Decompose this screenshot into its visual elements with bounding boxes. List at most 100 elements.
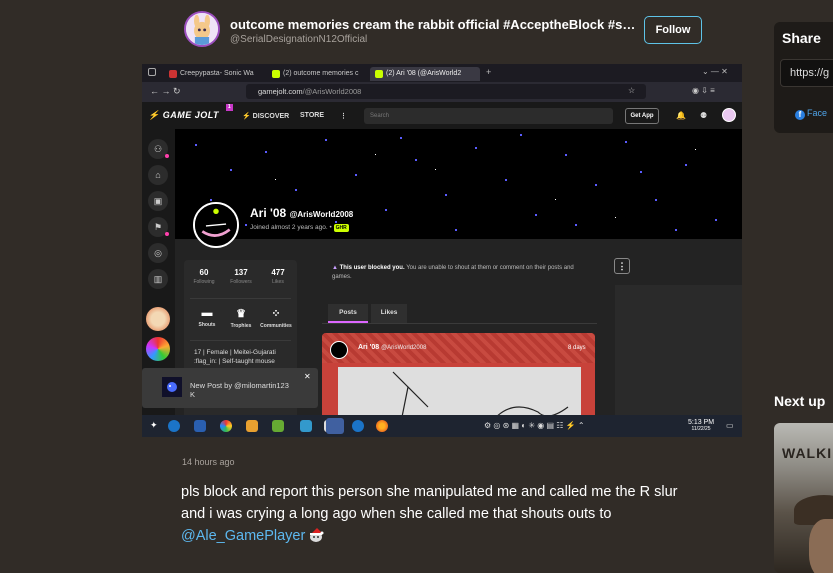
tab-likes: Likes	[371, 304, 407, 323]
sidebar-chat-icon: ⚇	[148, 139, 169, 159]
notification-title: New Post by @milomartin123	[190, 381, 289, 390]
post-image[interactable]: Creepypasta- Sonic Wa (2) outcome memori…	[142, 64, 742, 437]
profile-more-icon: ⋮	[614, 258, 630, 274]
feed-post-handle: @ArisWorld2008	[381, 345, 427, 351]
url-domain: gamejolt.com	[258, 87, 303, 96]
stat-followers: 137 Followers	[224, 268, 258, 285]
sidebar-community-2	[146, 337, 170, 361]
share-title: Share	[782, 30, 821, 46]
action-communities: ⁘ Communities	[259, 307, 293, 329]
mention-link[interactable]: @Ale_GamePlayer	[181, 528, 305, 544]
feed-post-author: Ari '08 @ArisWorld2008	[358, 344, 426, 351]
stat-following: 60 Following	[187, 268, 221, 285]
bell-icon: 🔔	[676, 111, 686, 120]
action-label: Shouts	[198, 322, 216, 328]
author-name[interactable]: outcome memories cream the rabbit offici…	[230, 17, 636, 32]
stat-value: 137	[234, 268, 248, 277]
profile-name: Ari '08 @ArisWorld2008	[250, 206, 353, 220]
steam-active-icon	[352, 420, 364, 432]
profile-bio: 17 | Female | Meitei-Gujarati :flag_in: …	[194, 349, 276, 365]
caption-text: pls block and report this person she man…	[181, 484, 678, 522]
gamejolt-search: Search	[364, 108, 613, 124]
action-trophies: ♛ Trophies	[224, 307, 258, 329]
browser-tab-bar: Creepypasta- Sonic Wa (2) outcome memori…	[142, 64, 742, 82]
sidebar-discord-icon: ◎	[148, 243, 168, 263]
system-tray-icons: ⚙ ◎ ⊛ ▦ ◐ ✳ ◉ ▤ ☷ ⚡ ⌃	[484, 421, 585, 430]
profile-display-name: Ari '08	[250, 206, 287, 220]
firefox-icon	[376, 420, 388, 432]
store-icon	[300, 420, 312, 432]
sidebar-quest-icon: ⚑	[148, 217, 169, 237]
window-controls: ⌄ — ✕	[702, 67, 728, 76]
shouts-icon: ▬	[201, 307, 213, 319]
gamejolt-nav: ⚡ GAME JOLT 1 ⚡ DISCOVER STORE ⋮ Search G…	[142, 102, 742, 129]
follow-button[interactable]: Follow	[644, 16, 702, 44]
stat-likes: 477 Likes	[261, 268, 295, 285]
taskbar-time: 5:13 PM	[688, 419, 715, 426]
sidebar-store-icon: ⌂	[148, 165, 168, 185]
tab-favicon	[169, 70, 177, 78]
app-icon-2	[272, 420, 284, 432]
browser-tab-label: (2) outcome memories c	[283, 70, 359, 77]
next-up-thumbnail[interactable]: WALKIN	[774, 423, 833, 573]
profile-avatar	[193, 202, 239, 248]
thumb-face	[809, 519, 833, 573]
post-timestamp[interactable]: 14 hours ago	[182, 457, 235, 467]
stat-value: 60	[199, 268, 209, 277]
notification-sub: K	[190, 390, 196, 399]
nav-store: STORE	[300, 112, 324, 119]
notification-dot	[165, 154, 169, 158]
communities-icon: ⁘	[271, 308, 281, 320]
gamejolt-logo-text: GAME JOLT	[162, 110, 220, 120]
nav-discover: ⚡ DISCOVER	[242, 113, 290, 120]
author-handle[interactable]: @SerialDesignationN12Official	[230, 34, 367, 45]
post-caption: pls block and report this person she man…	[181, 481, 701, 547]
santa-emoji-icon	[307, 527, 325, 543]
share-facebook-button[interactable]: f Face	[795, 108, 827, 120]
stat-label: Followers	[230, 279, 252, 285]
sidebar-library-icon: ▥	[148, 269, 168, 289]
url-field: gamejolt.com/@ArisWorld2008	[246, 84, 646, 99]
tabs-divider	[322, 323, 597, 324]
notification-dot	[165, 232, 169, 236]
browser-tab-2: (2) outcome memories c	[267, 67, 365, 81]
notification-text: New Post by @milomartin123 K	[190, 381, 289, 399]
card-divider	[190, 340, 291, 341]
share-facebook-label: Face	[807, 108, 828, 118]
profile-joined-text: Joined almost 2 years ago.	[250, 224, 328, 231]
share-url-field[interactable]: https://g	[780, 59, 833, 87]
trophy-icon: ♛	[236, 308, 246, 320]
gamejolt-logo: ⚡ GAME JOLT 1	[148, 104, 233, 120]
active-app-icon	[326, 418, 344, 434]
stat-value: 477	[271, 268, 285, 277]
stat-label: Likes	[272, 279, 284, 285]
action-shouts: ▬ Shouts	[190, 307, 224, 328]
user-avatar-icon	[722, 108, 736, 122]
browser-tab-1: Creepypasta- Sonic Wa	[164, 67, 262, 81]
tab-favicon	[375, 70, 383, 78]
stat-label: Following	[193, 279, 215, 285]
show-desktop-icon: ▭	[726, 421, 734, 430]
taskbar-clock: 5:13 PM 11/22/25	[688, 419, 714, 433]
feed-post-avatar	[330, 341, 348, 359]
browser-menu-icon: ◉ ⇩ ≡	[692, 86, 715, 95]
chrome-icon	[220, 420, 232, 432]
browser-tab-label: Creepypasta- Sonic Wa	[180, 70, 254, 77]
next-up-thumb-text: WALKIN	[782, 445, 833, 461]
profile-banner	[175, 129, 742, 239]
browser-address-bar: ← → ↻ gamejolt.com/@ArisWorld2008 ☆ ◉ ⇩ …	[142, 82, 742, 102]
profile-handle: @ArisWorld2008	[289, 210, 354, 219]
author-avatar[interactable]	[184, 11, 220, 47]
tab-favicon	[272, 70, 280, 78]
notification-thumbnail	[162, 377, 182, 397]
bookmark-star-icon: ☆	[628, 86, 636, 95]
friends-icon: ⚉	[700, 111, 708, 120]
star-field	[175, 129, 742, 239]
warning-icon: ▲	[332, 265, 338, 271]
action-label: Communities	[260, 323, 292, 329]
os-taskbar: ✦ ⚙ ◎ ⊛ ▦ ◐ ✳ ◉ ▤ ☷ ⚡ ⌃ 5:13 PM 11/22/25 …	[142, 415, 742, 437]
steam-icon	[168, 420, 180, 432]
nav-more-icon: ⋮	[340, 113, 347, 120]
next-up-title: Next up	[774, 393, 826, 409]
feed-post-age: 8 days	[568, 345, 586, 351]
